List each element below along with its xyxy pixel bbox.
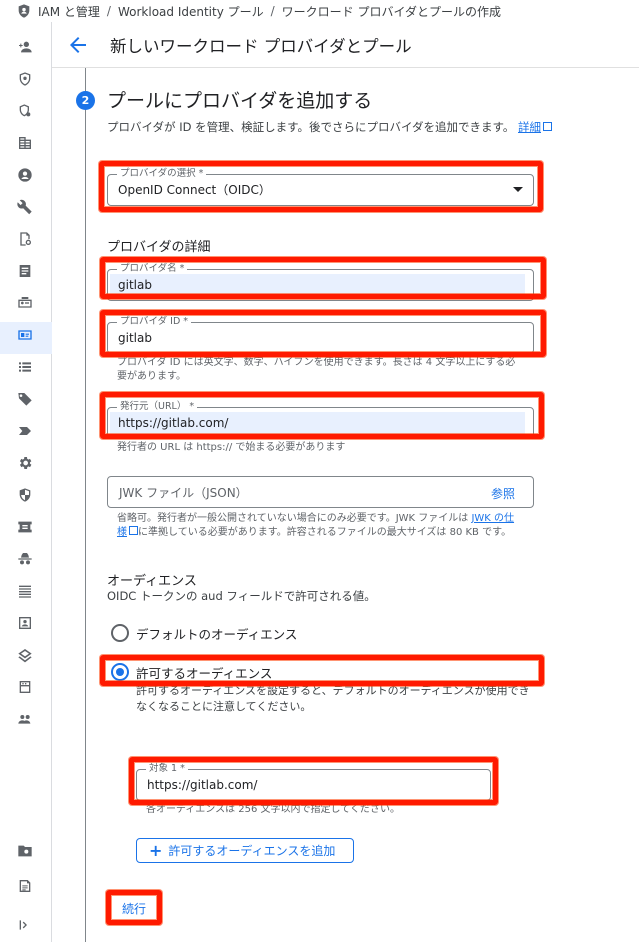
allowed-audience-label[interactable]: 許可するオーディエンス bbox=[136, 663, 272, 682]
provider-select-value: OpenID Connect（OIDC） bbox=[118, 183, 271, 197]
building-icon[interactable] bbox=[16, 134, 34, 152]
article-icon[interactable] bbox=[16, 262, 34, 280]
breadcrumb-current: ワークロード プロバイダとプールの作成 bbox=[281, 4, 502, 19]
plus-icon: + bbox=[149, 840, 163, 860]
issuer-url-hint: 発行者の URL は https:// で始まる必要があります bbox=[117, 442, 346, 453]
provider-select[interactable]: プロバイダの選択 * OpenID Connect（OIDC） bbox=[107, 168, 534, 206]
jwk-file-field[interactable]: JWK ファイル（JSON） 参照 bbox=[107, 476, 534, 508]
continue-button[interactable]: 続行 bbox=[112, 898, 156, 918]
allowed-audience-hint: 許可するオーディエンスを設定すると、デフォルトのオーディエンスが使用できなくなる… bbox=[136, 684, 530, 713]
iam-shield-icon bbox=[18, 4, 30, 18]
policy-icon[interactable] bbox=[16, 102, 34, 120]
step-description: プロバイダが ID を管理、検証します。後でさらにプロバイダを追加できます。 詳… bbox=[107, 119, 552, 136]
jwk-file-placeholder: JWK ファイル（JSON） bbox=[119, 486, 248, 500]
details-link-label: 詳細 bbox=[518, 120, 541, 134]
folder-gear-icon[interactable] bbox=[16, 842, 34, 860]
breadcrumb: IAM と管理 / Workload Identity プール / ワークロード… bbox=[0, 0, 639, 22]
breadcrumb-separator: / bbox=[270, 4, 275, 18]
allowed-audience-radio[interactable] bbox=[111, 663, 129, 681]
open-external-icon bbox=[129, 526, 138, 535]
details-link[interactable]: 詳細 bbox=[518, 120, 552, 134]
audience-target-field[interactable]: 対象 1 * https://gitlab.com/ bbox=[136, 763, 491, 801]
expand-rail-icon[interactable] bbox=[16, 916, 34, 934]
page: IAM と管理 / Workload Identity プール / ワークロード… bbox=[0, 0, 639, 942]
provider-id-value: gitlab bbox=[118, 331, 152, 345]
issuer-url-value: https://gitlab.com/ bbox=[110, 412, 525, 434]
shield-icon[interactable] bbox=[16, 70, 34, 88]
step-number-badge: 2 bbox=[76, 91, 95, 110]
open-external-icon bbox=[543, 122, 552, 131]
provider-id-field[interactable]: プロバイダ ID * gitlab bbox=[107, 316, 534, 354]
nav-rail bbox=[0, 22, 52, 942]
back-arrow-icon[interactable] bbox=[66, 33, 90, 57]
provider-details-heading: プロバイダの詳細 bbox=[107, 240, 211, 255]
lines-icon[interactable] bbox=[16, 582, 34, 600]
badge-icon[interactable] bbox=[16, 294, 34, 312]
notes-icon[interactable] bbox=[16, 877, 34, 895]
gear-icon[interactable] bbox=[16, 454, 34, 472]
breadcrumb-workload-pools[interactable]: Workload Identity プール bbox=[118, 3, 264, 20]
storage-icon[interactable] bbox=[16, 678, 34, 696]
breadcrumb-iam[interactable]: IAM と管理 bbox=[38, 3, 100, 20]
page-header: 新しいワークロード プロバイダとプール bbox=[52, 22, 639, 68]
jwk-hint-before: 省略可。発行者が一般公開されていない場合にのみ必要です。JWK ファイルは bbox=[117, 513, 469, 524]
layers-icon[interactable] bbox=[16, 646, 34, 664]
jwk-file-hint: 省略可。発行者が一般公開されていない場合にのみ必要です。JWK ファイルは JW… bbox=[117, 512, 517, 540]
step-title: プールにプロバイダを追加する bbox=[107, 90, 373, 112]
wrench-icon[interactable] bbox=[16, 198, 34, 216]
label-icon[interactable] bbox=[16, 422, 34, 440]
provider-id-hint: プロバイダ ID には英文字、数字、ハイフンを使用できます。長さは 4 文字以上… bbox=[117, 357, 516, 382]
contacts-icon[interactable] bbox=[16, 614, 34, 632]
account-icon[interactable] bbox=[16, 166, 34, 184]
default-audience-label[interactable]: デフォルトのオーディエンス bbox=[136, 624, 297, 643]
browse-button[interactable]: 参照 bbox=[491, 485, 515, 502]
add-audience-button[interactable]: + 許可するオーディエンスを追加 bbox=[136, 838, 354, 863]
audience-subtitle: OIDC トークンの aud フィールドで許可される値。 bbox=[107, 589, 376, 603]
page-title: 新しいワークロード プロバイダとプール bbox=[110, 36, 412, 56]
audience-target-hint: 各オーディエンスは 256 文字以内で指定してください。 bbox=[146, 804, 400, 815]
tag-icon[interactable] bbox=[16, 390, 34, 408]
audience-heading: オーディエンス bbox=[107, 574, 197, 589]
audience-target-value: https://gitlab.com/ bbox=[147, 778, 258, 792]
workload-identity-icon[interactable] bbox=[16, 326, 34, 344]
issuer-url-field[interactable]: 発行元（URL） * https://gitlab.com/ bbox=[107, 401, 534, 439]
list-icon[interactable] bbox=[16, 358, 34, 376]
receipt-icon[interactable] bbox=[16, 518, 34, 536]
stepper-line bbox=[85, 68, 86, 942]
groups-icon[interactable] bbox=[16, 710, 34, 728]
step-description-text: プロバイダが ID を管理、検証します。後でさらにプロバイダを追加できます。 bbox=[107, 120, 515, 134]
breadcrumb-separator: / bbox=[106, 4, 111, 18]
add-person-icon[interactable] bbox=[16, 38, 34, 56]
add-audience-label: 許可するオーディエンスを追加 bbox=[168, 844, 336, 858]
provider-name-value: gitlab bbox=[110, 274, 525, 296]
incognito-icon[interactable] bbox=[16, 550, 34, 568]
document-search-icon[interactable] bbox=[16, 230, 34, 248]
dropdown-arrow-icon bbox=[513, 187, 523, 192]
provider-name-field[interactable]: プロバイダ名 * gitlab bbox=[107, 263, 534, 301]
security-icon[interactable] bbox=[16, 486, 34, 504]
default-audience-radio[interactable] bbox=[111, 624, 129, 642]
jwk-hint-after: に準拠している必要があります。許容されるファイルの最大サイズは 80 KB です… bbox=[138, 527, 512, 538]
